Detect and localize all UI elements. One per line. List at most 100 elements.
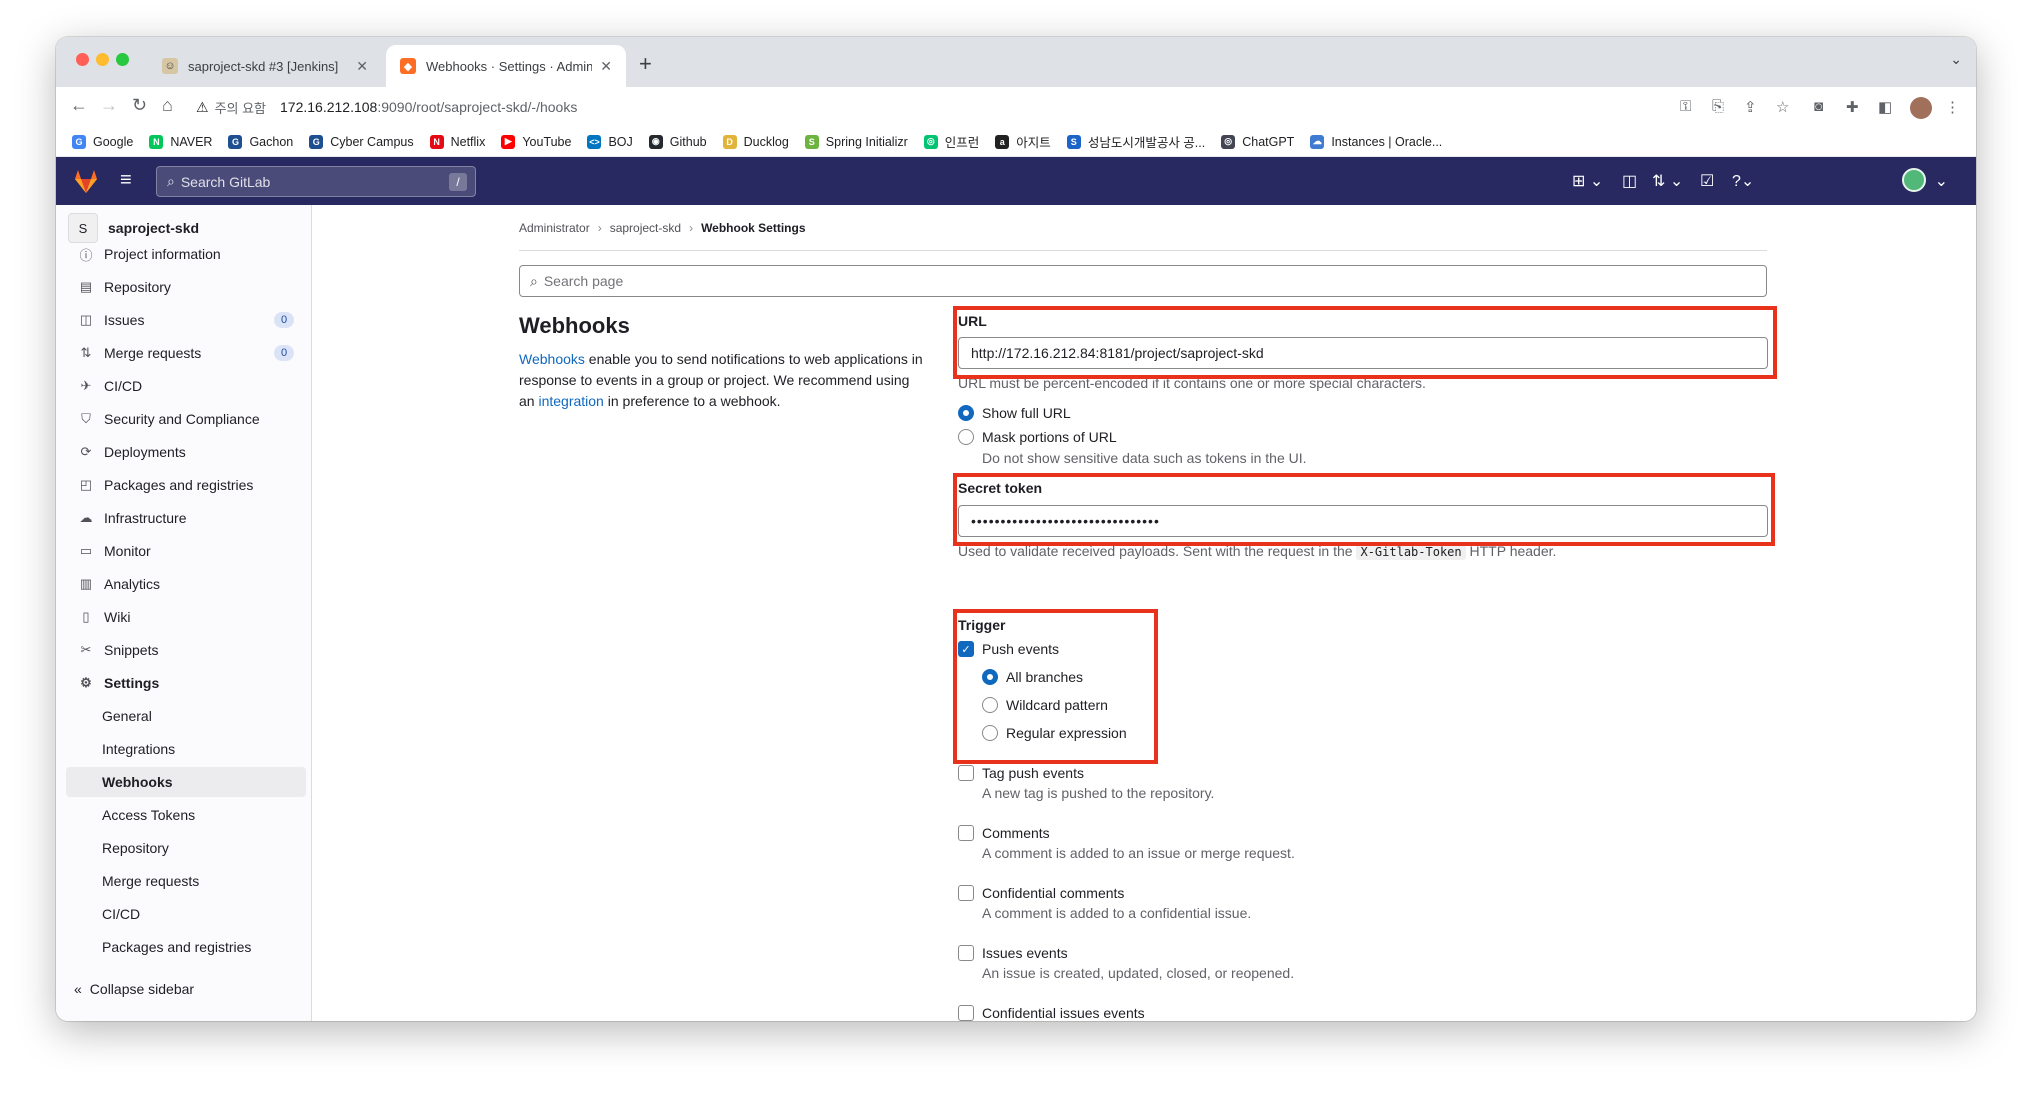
collapse-sidebar-button[interactable]: « Collapse sidebar xyxy=(74,981,194,997)
side-panel-icon[interactable]: ◧ xyxy=(1878,98,1892,116)
deployments-icon: ⟳ xyxy=(80,444,92,459)
bookmark-item[interactable]: ◎ 인프런 xyxy=(923,132,979,151)
sidebar-item-deployments[interactable]: ⟳ Deployments xyxy=(66,437,306,467)
sidebar-item-security-and-compliance[interactable]: ⛉ Security and Compliance xyxy=(66,404,306,434)
description-text-end: in preference to a webhook. xyxy=(603,393,781,409)
zoom-window-button[interactable] xyxy=(116,53,129,66)
minimize-window-button[interactable] xyxy=(96,53,109,66)
settings-subitem-ci-cd[interactable]: CI/CD xyxy=(66,899,306,929)
issues-header-icon[interactable]: ◫ xyxy=(1622,171,1637,191)
chart-icon: ▥ xyxy=(79,576,93,591)
checkbox-unchecked xyxy=(958,765,974,781)
webhooks-docs-link[interactable]: Webhooks xyxy=(519,351,585,367)
event-label: Issues events xyxy=(982,945,1068,961)
event-checkbox-confidential-comments[interactable]: Confidential comments xyxy=(958,885,1124,901)
radio-unselected xyxy=(958,429,974,445)
bookmark-item[interactable]: G Gachon xyxy=(228,134,293,149)
close-tab-icon[interactable]: ✕ xyxy=(600,58,612,75)
camera-icon[interactable]: ◙ xyxy=(1814,98,1823,115)
bookmark-item[interactable]: D Ducklog xyxy=(722,134,789,149)
search-page-input[interactable]: ⌕ Search page xyxy=(519,265,1767,297)
settings-subitem-webhooks[interactable]: Webhooks xyxy=(66,767,306,797)
project-sidebar: S saproject-skd « Collapse sidebar ⓘ Proj… xyxy=(56,205,312,1021)
more-menu-icon[interactable]: ⋮ xyxy=(1945,98,1960,116)
event-checkbox-tag-push-events[interactable]: Tag push events xyxy=(958,765,1084,781)
sidebar-item-settings[interactable]: ⚙ Settings xyxy=(66,668,306,698)
chevron-down-icon[interactable]: ⌄ xyxy=(1935,171,1948,191)
bookmark-item[interactable]: G Google xyxy=(72,134,133,149)
settings-subitem-integrations[interactable]: Integrations xyxy=(66,734,306,764)
breadcrumb-current[interactable]: Webhook Settings xyxy=(701,221,805,235)
share-icon[interactable]: ⇪ xyxy=(1744,98,1757,116)
tab-search-icon[interactable]: ⌄ xyxy=(1950,51,1962,68)
sidebar-item-snippets[interactable]: ✂ Snippets xyxy=(66,635,306,665)
bookmark-item[interactable]: a 아지트 xyxy=(995,132,1051,151)
show-full-url-radio[interactable]: Show full URL xyxy=(958,405,1071,421)
breadcrumb-administrator[interactable]: Administrator xyxy=(519,221,590,235)
sidebar-item-packages-and-registries[interactable]: ◰ Packages and registries xyxy=(66,470,306,500)
sidebar-item-monitor[interactable]: ▭ Monitor xyxy=(66,536,306,566)
issues-icon: ◫ xyxy=(79,312,93,327)
extensions-icon[interactable]: ✚ xyxy=(1846,98,1859,116)
bookmark-item[interactable]: ◉ Github xyxy=(648,134,707,149)
sidebar-item-ci-cd[interactable]: ✈ CI/CD xyxy=(66,371,306,401)
tab-webhooks[interactable]: ◆ Webhooks · Settings · Adminis ✕ xyxy=(386,45,626,87)
sidebar-item-infrastructure[interactable]: ☁ Infrastructure xyxy=(66,503,306,533)
close-window-button[interactable] xyxy=(76,53,89,66)
bookmark-favicon-icon: G xyxy=(228,134,243,149)
event-help-text: A new tag is pushed to the repository. xyxy=(982,785,1215,801)
breadcrumb-project[interactable]: saproject-skd xyxy=(610,221,681,235)
settings-subitem-general[interactable]: General xyxy=(66,701,306,731)
main-menu-icon[interactable]: ≡ xyxy=(120,169,132,192)
event-checkbox-confidential-issues-events[interactable]: Confidential issues events xyxy=(958,1005,1145,1021)
help-icon[interactable]: ?⌄ xyxy=(1732,171,1754,191)
bookmark-item[interactable]: S Spring Initializr xyxy=(804,134,908,149)
sidebar-item-issues[interactable]: ◫ Issues 0 xyxy=(66,305,306,335)
bookmark-item[interactable]: S 성남도시개발공사 공... xyxy=(1066,132,1205,151)
user-avatar[interactable] xyxy=(1902,168,1926,192)
sidebar-item-project-information[interactable]: ⓘ Project information xyxy=(66,239,306,269)
sidebar-item-label: Packages and registries xyxy=(104,477,254,493)
key-icon[interactable]: ⚿ xyxy=(1680,98,1691,115)
tab-jenkins[interactable]: ☺ saproject-skd #3 [Jenkins] ✕ xyxy=(148,45,382,87)
merge-requests-header-icon[interactable]: ⇅ ⌄ xyxy=(1652,171,1683,191)
new-tab-button[interactable]: + xyxy=(639,51,652,77)
bookmark-label: 아지트 xyxy=(1016,136,1051,150)
sidebar-item-merge-requests[interactable]: ⇅ Merge requests 0 xyxy=(66,338,306,368)
event-label: Confidential issues events xyxy=(982,1005,1145,1021)
event-checkbox-issues-events[interactable]: Issues events xyxy=(958,945,1068,961)
mask-url-radio[interactable]: Mask portions of URL xyxy=(958,429,1117,445)
sidebar-item-analytics[interactable]: ▥ Analytics xyxy=(66,569,306,599)
translate-icon[interactable]: ⎘ xyxy=(1712,98,1724,115)
home-icon[interactable]: ⌂ xyxy=(162,95,173,116)
gitlab-search-input[interactable]: ⌕ Search GitLab / xyxy=(156,166,476,197)
bookmark-item[interactable]: <> BOJ xyxy=(587,134,633,149)
bookmark-item[interactable]: N NAVER xyxy=(149,134,212,149)
bookmark-item[interactable]: G Cyber Campus xyxy=(309,134,414,149)
star-icon[interactable]: ☆ xyxy=(1776,98,1789,116)
close-tab-icon[interactable]: ✕ xyxy=(356,58,368,75)
back-icon[interactable]: ← xyxy=(70,95,88,116)
settings-subitem-packages-and-registries[interactable]: Packages and registries xyxy=(66,932,306,962)
sidebar-item-repository[interactable]: ▤ Repository xyxy=(66,272,306,302)
todos-icon[interactable]: ☑ xyxy=(1700,171,1714,191)
bookmark-item[interactable]: ◎ ChatGPT xyxy=(1221,134,1294,149)
profile-avatar[interactable] xyxy=(1910,97,1932,119)
address-bar[interactable]: ⚠ 주의 요함 172.16.212.108 :9090/root/saproj… xyxy=(196,91,1726,123)
event-label: Tag push events xyxy=(982,765,1084,781)
bookmark-item[interactable]: ☁ Instances | Oracle... xyxy=(1310,134,1442,149)
reload-icon[interactable]: ↻ xyxy=(132,95,147,116)
integration-link[interactable]: integration xyxy=(538,393,603,409)
event-checkbox-comments[interactable]: Comments xyxy=(958,825,1050,841)
sidebar-item-wiki[interactable]: ▯ Wiki xyxy=(66,602,306,632)
gitlab-logo-icon[interactable] xyxy=(72,167,100,200)
forward-icon[interactable]: → xyxy=(100,95,118,116)
create-new-icon[interactable]: ⊞ ⌄ xyxy=(1572,171,1603,191)
settings-subitem-merge-requests[interactable]: Merge requests xyxy=(66,866,306,896)
bookmark-item[interactable]: N Netflix xyxy=(429,134,485,149)
url-path: :9090/root/saproject-skd/-/hooks xyxy=(377,99,578,115)
sidebar-item-label: Monitor xyxy=(104,543,151,559)
settings-subitem-repository[interactable]: Repository xyxy=(66,833,306,863)
bookmark-item[interactable]: ▶ YouTube xyxy=(501,134,571,149)
settings-subitem-access-tokens[interactable]: Access Tokens xyxy=(66,800,306,830)
